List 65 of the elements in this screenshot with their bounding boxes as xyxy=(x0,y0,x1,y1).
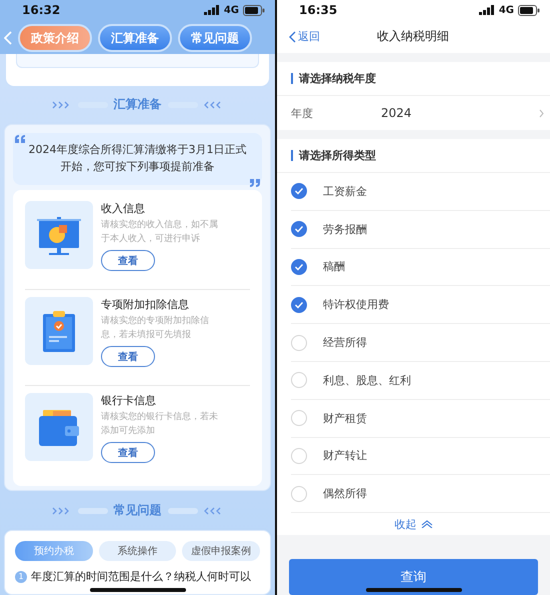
chevron-right-icon[interactable] xyxy=(539,108,544,118)
double-chevron-up-icon xyxy=(420,520,432,528)
field-label: 年度 xyxy=(291,106,314,120)
title-ribbon xyxy=(168,508,198,514)
option-label: 工资薪金 xyxy=(323,184,367,199)
option-label: 财产租赁 xyxy=(323,410,367,426)
tab[interactable]: 汇算准备 xyxy=(98,24,172,52)
back-icon xyxy=(4,31,12,45)
signal-icon xyxy=(204,5,220,15)
collapse-button[interactable]: 收起 xyxy=(277,513,550,535)
network-label: 4G xyxy=(224,4,239,16)
section-title: 请选择所得类型 xyxy=(299,148,376,163)
query-button[interactable]: 查询 xyxy=(289,559,538,595)
tab[interactable]: 系统操作 xyxy=(98,541,176,561)
section-title: 汇算准备 xyxy=(114,96,162,114)
network-label: 4G xyxy=(498,4,514,16)
view-button[interactable]: 查看 xyxy=(101,442,155,464)
item-title: 收入信息 xyxy=(101,201,145,216)
view-button[interactable]: 查看 xyxy=(101,250,155,272)
section-title: 请选择纳税年度 xyxy=(299,71,376,86)
clock-time: 16:32 xyxy=(22,3,60,17)
tab[interactable]: 虚假申报案例 xyxy=(182,541,260,561)
checkmark-icon xyxy=(294,262,304,271)
item-title: 专项附加扣除信息 xyxy=(101,297,189,312)
accent-bar xyxy=(291,150,293,161)
checkbox[interactable] xyxy=(291,258,307,275)
item-description: 请核实您的收入信息，如不属于本人收入，可进行申诉 xyxy=(101,218,219,246)
item-title: 银行卡信息 xyxy=(101,393,156,408)
clock-time: 16:35 xyxy=(299,3,338,17)
section-title: 常见问题 xyxy=(114,502,162,520)
quote-icon xyxy=(15,135,25,144)
battery-icon xyxy=(518,4,540,16)
option-label: 特许权使用费 xyxy=(323,297,389,312)
option-label: 稿酬 xyxy=(323,259,345,274)
item-description: 请核实您的银行卡信息，若未添加可先添加 xyxy=(101,410,219,438)
back-button[interactable]: 返回 xyxy=(289,29,320,44)
quote-icon xyxy=(250,179,260,188)
option-label: 偶然所得 xyxy=(323,486,367,502)
title-ribbon xyxy=(78,508,108,514)
signal-icon xyxy=(478,5,495,15)
battery-icon xyxy=(243,4,265,16)
chevrons-icon xyxy=(52,100,72,109)
page-title: 收入纳税明细 xyxy=(376,28,450,45)
year-value[interactable]: 2024 xyxy=(381,106,539,120)
checkbox[interactable] xyxy=(291,221,307,238)
checkmark-icon xyxy=(294,187,304,196)
chevrons-icon xyxy=(204,100,224,109)
chevrons-icon xyxy=(52,506,72,515)
option-label: 经营所得 xyxy=(323,335,367,350)
notice-text: 2024年度综合所得汇算清缴将于3月1日正式开始，您可按下列事项提前准备 xyxy=(28,142,248,176)
item-description: 请核实您的专项附加扣除信息，若未填报可先填报 xyxy=(101,314,210,342)
checkmark-icon xyxy=(294,225,304,234)
option-label: 利息、股息、红利 xyxy=(323,372,411,388)
checkmark-icon xyxy=(294,300,304,309)
accent-bar xyxy=(291,73,293,84)
view-button[interactable]: 查看 xyxy=(101,346,155,368)
question-link[interactable]: 年度汇算的时间范围是什么？纳税人何时可以 xyxy=(31,569,251,584)
option-label: 财产转让 xyxy=(323,448,367,464)
chevrons-icon xyxy=(204,506,224,515)
option-label: 劳务报酬 xyxy=(323,222,367,237)
tab[interactable]: 常见问题 xyxy=(178,24,252,52)
checkbox[interactable] xyxy=(291,183,307,200)
chevron-left-icon xyxy=(289,30,296,42)
number-badge: 1 xyxy=(15,570,27,582)
checkbox[interactable] xyxy=(291,296,307,313)
